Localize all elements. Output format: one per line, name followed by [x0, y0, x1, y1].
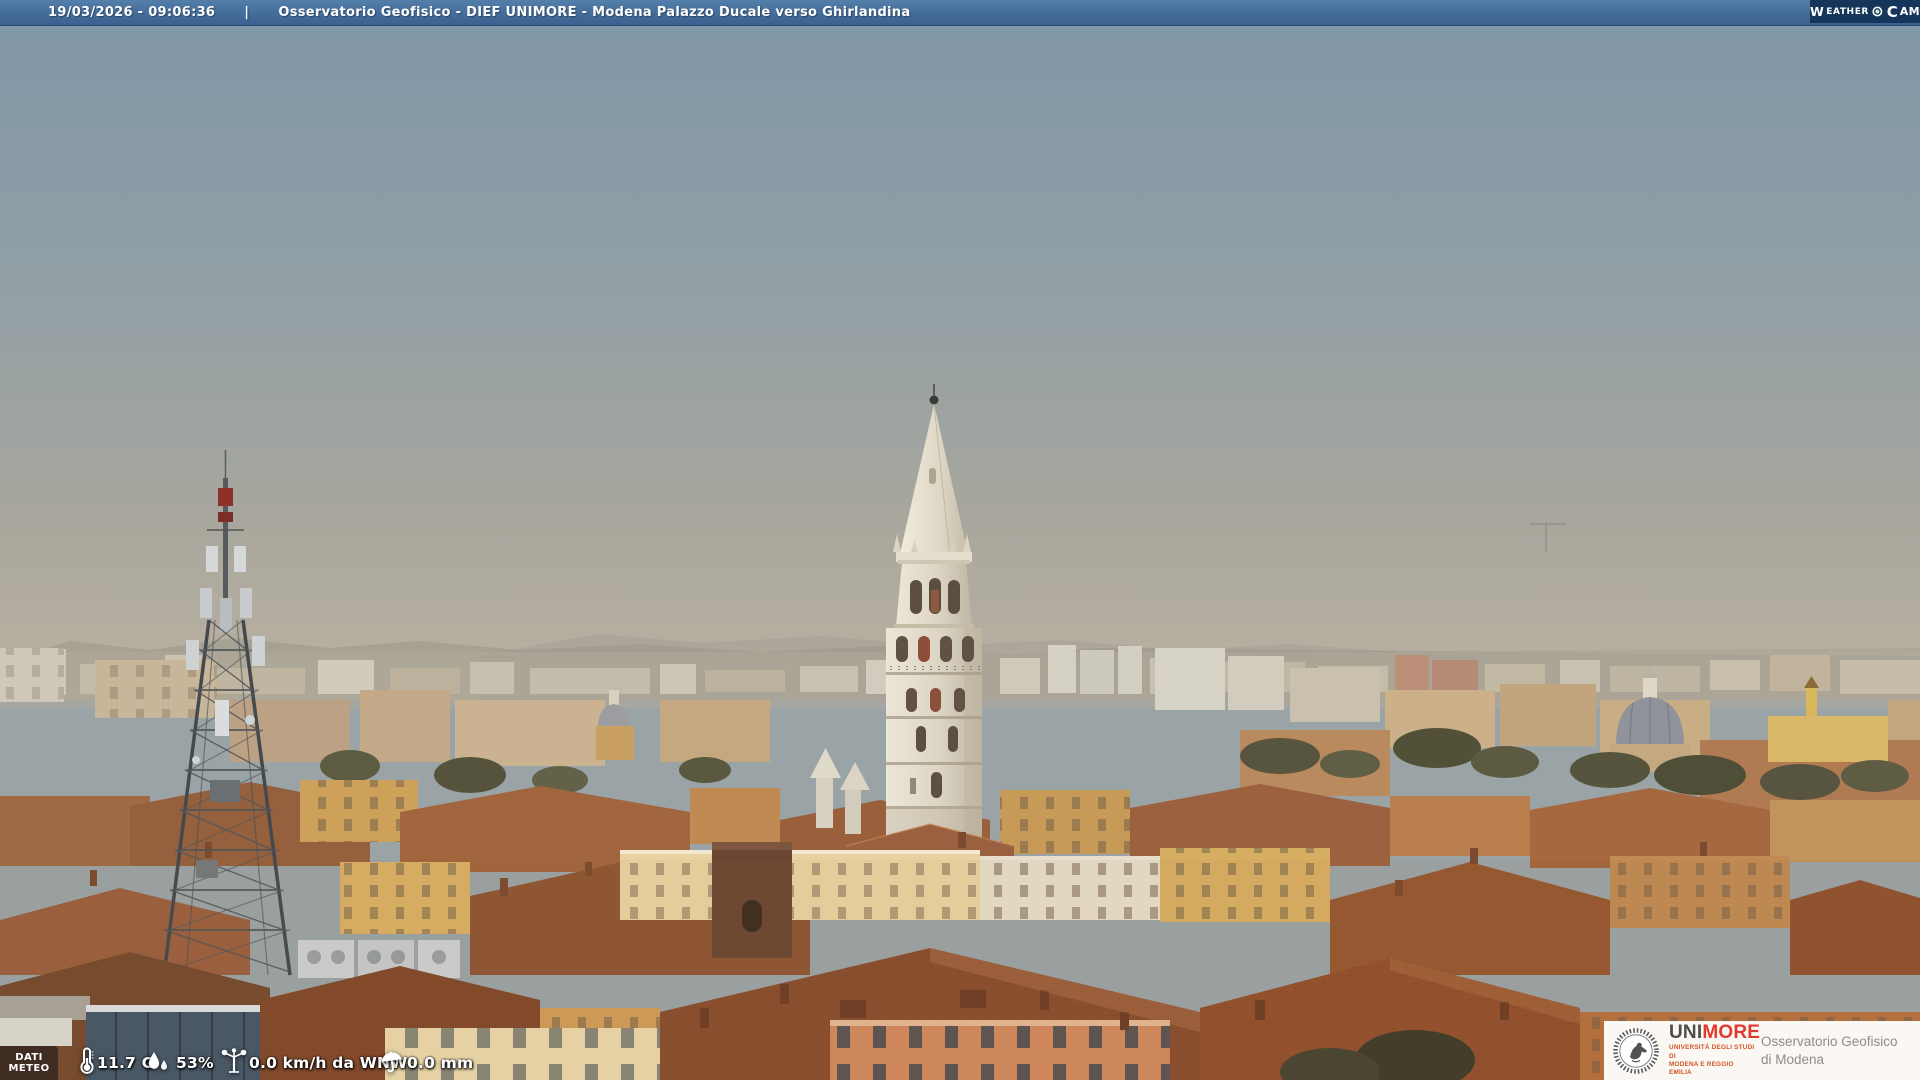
- chip-line1: DATI: [15, 1051, 43, 1063]
- university-seal-icon: [1613, 1027, 1659, 1074]
- separator: |: [244, 5, 250, 20]
- observatory-line1: Osservatorio Geofisico: [1761, 1033, 1898, 1049]
- unimore-wordmark: UNIMORE UNIVERSITÀ DEGLI STUDI DI MODENA…: [1669, 1022, 1760, 1077]
- brand-word2-initial: C: [1886, 2, 1898, 21]
- observatory-line2: di Modena: [1761, 1051, 1825, 1067]
- webcam-photo: [0, 0, 1920, 1080]
- institution-logo-box: UNIMORE UNIVERSITÀ DEGLI STUDI DI MODENA…: [1604, 1021, 1920, 1080]
- observatory-name: Osservatorio Geofisico di Modena: [1761, 1033, 1898, 1068]
- humidity-value: 53%: [176, 1054, 214, 1072]
- university-caption-line2: MODENA E REGGIO EMILIA: [1669, 1061, 1734, 1077]
- lens-dot-icon: [1872, 6, 1883, 17]
- precipitation-value: 0.0 mm: [407, 1054, 474, 1072]
- dati-meteo-chip: DATI METEO: [0, 1046, 58, 1080]
- brand-word-rest: EATHER: [1826, 6, 1869, 17]
- anemometer-icon: [221, 1048, 247, 1073]
- humidity-drops-icon: [148, 1052, 167, 1070]
- unimore-uni: UNI: [1669, 1022, 1703, 1044]
- timestamp: 19/03/2026 - 09:06:36: [48, 5, 216, 20]
- unimore-title: UNIMORE: [1669, 1022, 1760, 1044]
- page-title: Osservatorio Geofisico - DIEF UNIMORE - …: [278, 5, 911, 20]
- brand-word2-rest: AM: [1899, 5, 1920, 18]
- chip-line2: METEO: [8, 1063, 50, 1074]
- thermometer-icon: [80, 1047, 94, 1074]
- temperature-value: 11.7 C: [97, 1054, 154, 1072]
- umbrella-icon: [381, 1051, 403, 1073]
- webcam-page: 19/03/2026 - 09:06:36 | Osservatorio Geo…: [0, 0, 1920, 1080]
- title-bar: 19/03/2026 - 09:06:36 | Osservatorio Geo…: [0, 0, 1920, 26]
- weathercam-logo: W EATHER C AM: [1810, 0, 1920, 23]
- university-caption-line1: UNIVERSITÀ DEGLI STUDI DI: [1669, 1044, 1755, 1060]
- unimore-more: MORE: [1702, 1022, 1761, 1044]
- brand-word-initial: W: [1810, 4, 1825, 19]
